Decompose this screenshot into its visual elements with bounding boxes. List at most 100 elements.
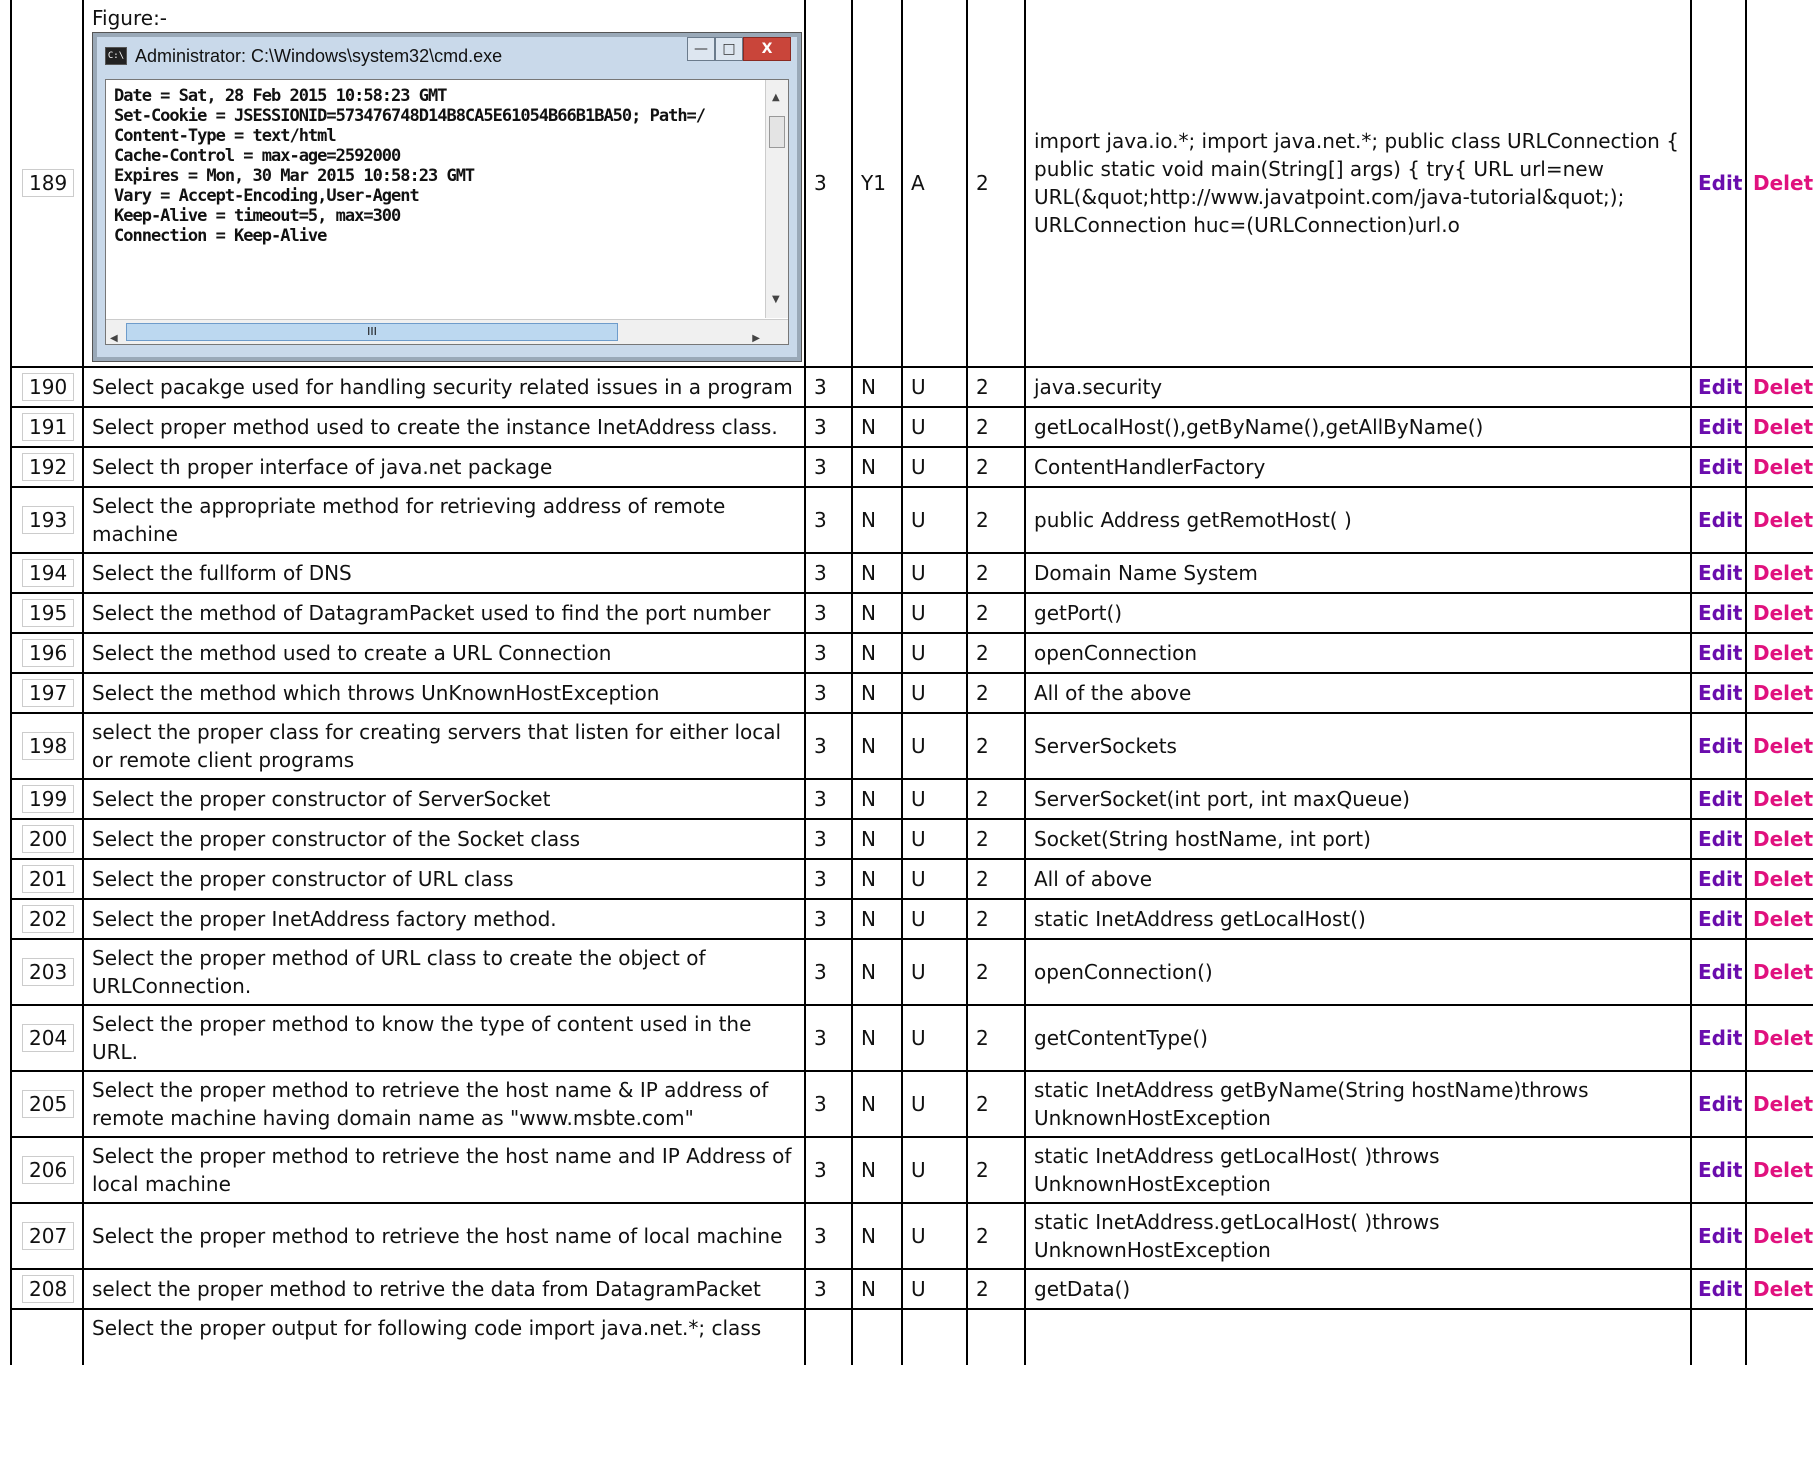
edit-cell: Edit	[1690, 366, 1747, 408]
maximize-icon[interactable]: □	[715, 37, 743, 61]
edit-link[interactable]: Edit	[1698, 1224, 1742, 1248]
delete-cell: Delete	[1745, 552, 1813, 594]
answer-cell	[1024, 1308, 1692, 1365]
delete-link[interactable]: Delete	[1753, 1277, 1813, 1301]
horizontal-scroll-thumb[interactable]: III	[126, 323, 618, 341]
question-cell: Select the appropriate method for retrie…	[82, 486, 806, 554]
edit-link[interactable]: Edit	[1698, 561, 1742, 585]
edit-link[interactable]: Edit	[1698, 508, 1742, 532]
figure-flag-cell: N	[851, 446, 903, 488]
question-id: 203	[22, 958, 75, 986]
level-cell: U	[901, 446, 968, 488]
edit-link[interactable]: Edit	[1698, 681, 1742, 705]
delete-cell: Delete	[1745, 366, 1813, 408]
marks-cell: 3	[804, 632, 853, 674]
edit-link[interactable]: Edit	[1698, 907, 1742, 931]
delete-link[interactable]: Delete	[1753, 787, 1813, 811]
questions-table-viewport: 189 Figure:- C:\ Administrator: C:\Windo…	[10, 0, 1813, 1484]
table-row: 192 Select th proper interface of java.n…	[10, 446, 1813, 488]
figure-flag-cell: N	[851, 1136, 903, 1204]
edit-link[interactable]: Edit	[1698, 601, 1742, 625]
question-id: 189	[22, 169, 75, 197]
id-cell: 206	[10, 1136, 84, 1204]
scroll-right-icon[interactable]: ▶	[752, 325, 760, 353]
delete-link[interactable]: Delete	[1753, 960, 1813, 984]
edit-link[interactable]: Edit	[1698, 171, 1742, 195]
edit-link[interactable]: Edit	[1698, 1277, 1742, 1301]
delete-link[interactable]: Delete	[1753, 641, 1813, 665]
edit-link[interactable]: Edit	[1698, 787, 1742, 811]
question-id: 199	[22, 785, 75, 813]
scroll-down-icon[interactable]: ▼	[772, 286, 780, 314]
delete-link[interactable]: Delete	[1753, 415, 1813, 439]
question-cell: Select the method used to create a URL C…	[82, 632, 806, 674]
id-cell: 205	[10, 1070, 84, 1138]
delete-link[interactable]: Delete	[1753, 867, 1813, 891]
close-icon[interactable]: X	[743, 37, 791, 61]
table-row: 191 Select proper method used to create …	[10, 406, 1813, 448]
edit-cell: Edit	[1690, 778, 1747, 820]
edit-cell: Edit	[1690, 938, 1747, 1006]
answer-cell: static InetAddress.getLocalHost( )throws…	[1024, 1202, 1692, 1270]
vertical-scrollbar[interactable]: ▲ ▼	[765, 80, 788, 318]
delete-link[interactable]: Delete	[1753, 561, 1813, 585]
level-cell: U	[901, 366, 968, 408]
question-id: 206	[22, 1156, 75, 1184]
question-cell: Select pacakge used for handling securit…	[82, 366, 806, 408]
unit-cell: 2	[966, 486, 1026, 554]
edit-link[interactable]: Edit	[1698, 1092, 1742, 1116]
scroll-left-icon[interactable]: ◀	[110, 325, 118, 353]
edit-link[interactable]: Edit	[1698, 1026, 1742, 1050]
delete-link[interactable]: Delete	[1753, 375, 1813, 399]
figure-flag-cell: N	[851, 672, 903, 714]
question-cell: Select the proper method of URL class to…	[82, 938, 806, 1006]
delete-cell: Delete	[1745, 778, 1813, 820]
question-cell: Select th proper interface of java.net p…	[82, 446, 806, 488]
questions-table: 189 Figure:- C:\ Administrator: C:\Windo…	[10, 0, 1813, 1365]
delete-link[interactable]: Delete	[1753, 1158, 1813, 1182]
edit-link[interactable]: Edit	[1698, 455, 1742, 479]
delete-link[interactable]: Delete	[1753, 907, 1813, 931]
delete-cell: Delete	[1745, 0, 1813, 368]
delete-link[interactable]: Delete	[1753, 508, 1813, 532]
level-cell: U	[901, 486, 968, 554]
delete-cell: Delete	[1745, 1202, 1813, 1270]
scroll-up-icon[interactable]: ▲	[772, 84, 780, 112]
edit-link[interactable]: Edit	[1698, 415, 1742, 439]
level-cell: U	[901, 898, 968, 940]
unit-cell: 2	[966, 446, 1026, 488]
answer-cell: java.security	[1024, 366, 1692, 408]
marks-cell	[804, 1308, 853, 1365]
answer-cell: openConnection	[1024, 632, 1692, 674]
marks-cell: 3	[804, 1136, 853, 1204]
id-cell: 197	[10, 672, 84, 714]
edit-cell: Edit	[1690, 1070, 1747, 1138]
delete-link[interactable]: Delete	[1753, 681, 1813, 705]
edit-link[interactable]: Edit	[1698, 375, 1742, 399]
answer-cell: static InetAddress getLocalHost( )throws…	[1024, 1136, 1692, 1204]
edit-link[interactable]: Edit	[1698, 827, 1742, 851]
delete-link[interactable]: Delete	[1753, 171, 1813, 195]
horizontal-scrollbar[interactable]: ◀ III ▶	[106, 319, 788, 344]
minimize-icon[interactable]: —	[687, 37, 715, 61]
delete-link[interactable]: Delete	[1753, 1092, 1813, 1116]
edit-link[interactable]: Edit	[1698, 734, 1742, 758]
edit-link[interactable]: Edit	[1698, 960, 1742, 984]
edit-link[interactable]: Edit	[1698, 641, 1742, 665]
level-cell: U	[901, 406, 968, 448]
edit-link[interactable]: Edit	[1698, 1158, 1742, 1182]
id-cell: 195	[10, 592, 84, 634]
edit-link[interactable]: Edit	[1698, 867, 1742, 891]
level-cell	[901, 1308, 968, 1365]
edit-cell: Edit	[1690, 446, 1747, 488]
vertical-scroll-thumb[interactable]	[769, 116, 785, 148]
delete-link[interactable]: Delete	[1753, 601, 1813, 625]
delete-link[interactable]: Delete	[1753, 827, 1813, 851]
marks-cell: 3	[804, 0, 853, 368]
delete-link[interactable]: Delete	[1753, 734, 1813, 758]
delete-link[interactable]: Delete	[1753, 1224, 1813, 1248]
question-cell: select the proper class for creating ser…	[82, 712, 806, 780]
question-cell: Select the proper method to retrieve the…	[82, 1070, 806, 1138]
delete-link[interactable]: Delete	[1753, 455, 1813, 479]
delete-link[interactable]: Delete	[1753, 1026, 1813, 1050]
